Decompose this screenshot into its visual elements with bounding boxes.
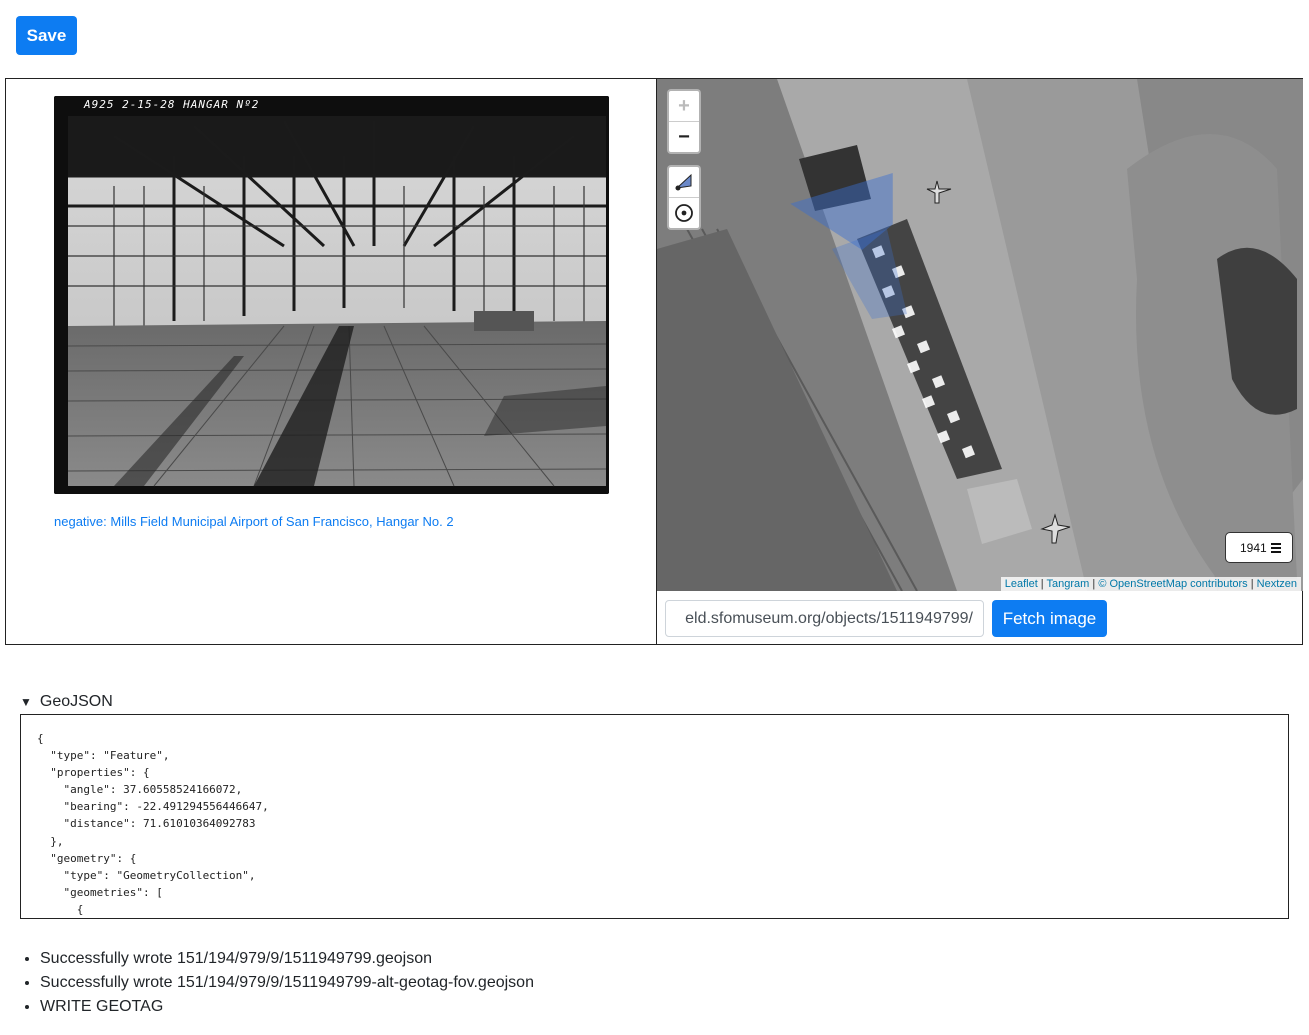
target-icon[interactable] <box>669 197 699 228</box>
menu-icon <box>1271 542 1281 553</box>
zoom-control: + − <box>667 89 701 154</box>
layer-year-select[interactable]: 1941 <box>1225 532 1293 563</box>
fov-draw-control <box>667 165 701 230</box>
tangram-link[interactable]: Tangram <box>1047 578 1090 590</box>
log-item: Successfully wrote 151/194/979/9/1511949… <box>40 947 534 971</box>
triangle-down-icon: ▼ <box>20 695 32 709</box>
map-view[interactable]: + − 1941 Leaflet | Tangram | © OpenStree… <box>657 79 1303 591</box>
map-attribution: Leaflet | Tangram | © OpenStreetMap cont… <box>1000 577 1301 591</box>
status-log: Successfully wrote 151/194/979/9/1511949… <box>20 947 534 1019</box>
image-url-input[interactable] <box>665 600 984 637</box>
save-button[interactable]: Save <box>16 16 77 55</box>
nextzen-link[interactable]: Nextzen <box>1257 578 1297 590</box>
geojson-summary-label: GeoJSON <box>39 693 113 710</box>
editor-panels: A925 2-15-28 HANGAR Nº2 negative: Mills … <box>5 78 1303 645</box>
geojson-summary[interactable]: ▼ GeoJSON <box>20 693 113 711</box>
map-panel: + − 1941 Leaflet | Tangram | © OpenStree… <box>657 79 1303 644</box>
log-item: Successfully wrote 151/194/979/9/1511949… <box>40 971 534 995</box>
layer-year-value: 1941 <box>1240 540 1267 555</box>
leaflet-link[interactable]: Leaflet <box>1005 578 1038 590</box>
log-item: WRITE GEOTAG <box>40 995 534 1019</box>
geojson-text: { "type": "Feature", "properties": { "an… <box>37 732 269 916</box>
camera-cone-icon[interactable] <box>669 167 699 197</box>
negative-label: A925 2-15-28 HANGAR Nº2 <box>84 98 260 111</box>
osm-link[interactable]: © OpenStreetMap contributors <box>1098 578 1247 590</box>
image-panel: A925 2-15-28 HANGAR Nº2 negative: Mills … <box>6 79 656 644</box>
fetch-image-button[interactable]: Fetch image <box>992 600 1107 637</box>
photo-caption-link[interactable]: negative: Mills Field Municipal Airport … <box>54 514 454 529</box>
geojson-output[interactable]: { "type": "Feature", "properties": { "an… <box>20 714 1289 919</box>
hangar-photo: A925 2-15-28 HANGAR Nº2 <box>54 96 609 494</box>
zoom-in-button[interactable]: + <box>669 91 699 121</box>
zoom-out-button[interactable]: − <box>669 121 699 152</box>
